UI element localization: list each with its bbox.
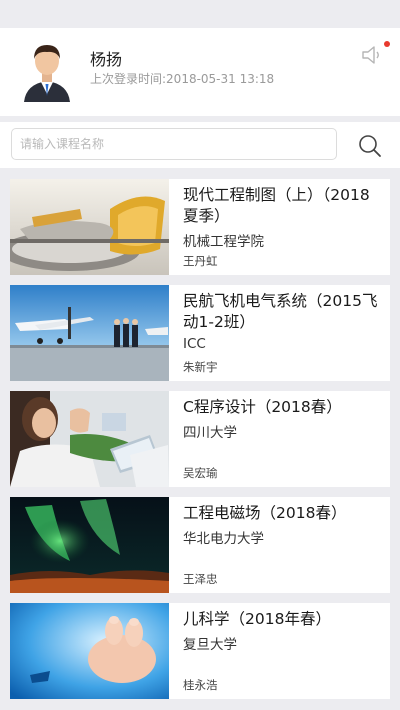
course-info: 民航飞机电气系统（2015飞动1-2班） ICC 朱新宇 xyxy=(183,291,383,379)
course-card[interactable]: 工程电磁场（2018春） 华北电力大学 王泽忠 xyxy=(10,497,390,593)
course-thumbnail xyxy=(10,285,169,381)
course-school: 华北电力大学 xyxy=(183,531,264,547)
avatar[interactable] xyxy=(22,40,72,102)
course-teacher: 王泽忠 xyxy=(183,572,218,586)
search-button[interactable] xyxy=(356,132,384,160)
course-teacher: 吴宏瑜 xyxy=(183,466,218,480)
search-bar xyxy=(0,122,400,168)
course-thumbnail xyxy=(10,603,169,699)
course-teacher: 王丹虹 xyxy=(183,254,218,268)
course-teacher: 桂永浩 xyxy=(183,678,218,692)
course-title: 民航飞机电气系统（2015飞动1-2班） xyxy=(183,292,378,331)
course-title: 儿科学（2018年春） xyxy=(183,610,331,628)
course-card[interactable]: 民航飞机电气系统（2015飞动1-2班） ICC 朱新宇 xyxy=(10,285,390,381)
course-thumbnail xyxy=(10,391,169,487)
user-name: 杨扬 xyxy=(90,50,123,69)
course-school: 机械工程学院 xyxy=(183,234,264,250)
profile-header: 杨扬 上次登录时间:2018-05-31 13:18 xyxy=(0,28,400,116)
course-info: 现代工程制图（上）（2018夏季） 机械工程学院 王丹虹 xyxy=(183,185,383,273)
notification-button[interactable] xyxy=(360,44,386,66)
course-teacher: 朱新宇 xyxy=(183,360,218,374)
last-login-time: 上次登录时间:2018-05-31 13:18 xyxy=(90,72,275,86)
course-thumbnail xyxy=(10,497,169,593)
course-list: 现代工程制图（上）（2018夏季） 机械工程学院 王丹虹 民航飞机电气系统（20… xyxy=(10,179,390,709)
unread-badge xyxy=(384,41,390,47)
course-title: 工程电磁场（2018春） xyxy=(183,504,347,522)
speaker-icon xyxy=(362,46,379,64)
baby-feet-image xyxy=(10,603,169,699)
course-card[interactable]: C程序设计（2018春） 四川大学 吴宏瑜 xyxy=(10,391,390,487)
course-info: 工程电磁场（2018春） 华北电力大学 王泽忠 xyxy=(183,503,383,591)
search-input[interactable] xyxy=(11,128,337,160)
course-thumbnail xyxy=(10,179,169,275)
engineering-parts-image xyxy=(10,179,169,275)
course-title: 现代工程制图（上）（2018夏季） xyxy=(183,186,370,225)
airplane-image xyxy=(10,285,169,381)
course-title: C程序设计（2018春） xyxy=(183,398,342,416)
course-info: 儿科学（2018年春） 复旦大学 桂永浩 xyxy=(183,609,383,697)
course-info: C程序设计（2018春） 四川大学 吴宏瑜 xyxy=(183,397,383,485)
aurora-image xyxy=(10,497,169,593)
course-school: 四川大学 xyxy=(183,425,237,441)
avatar-icon xyxy=(24,45,70,102)
search-icon xyxy=(359,135,381,157)
course-school: ICC xyxy=(183,336,206,352)
course-card[interactable]: 现代工程制图（上）（2018夏季） 机械工程学院 王丹虹 xyxy=(10,179,390,275)
course-school: 复旦大学 xyxy=(183,637,237,653)
students-laptops-image xyxy=(10,391,169,487)
course-card[interactable]: 儿科学（2018年春） 复旦大学 桂永浩 xyxy=(10,603,390,699)
